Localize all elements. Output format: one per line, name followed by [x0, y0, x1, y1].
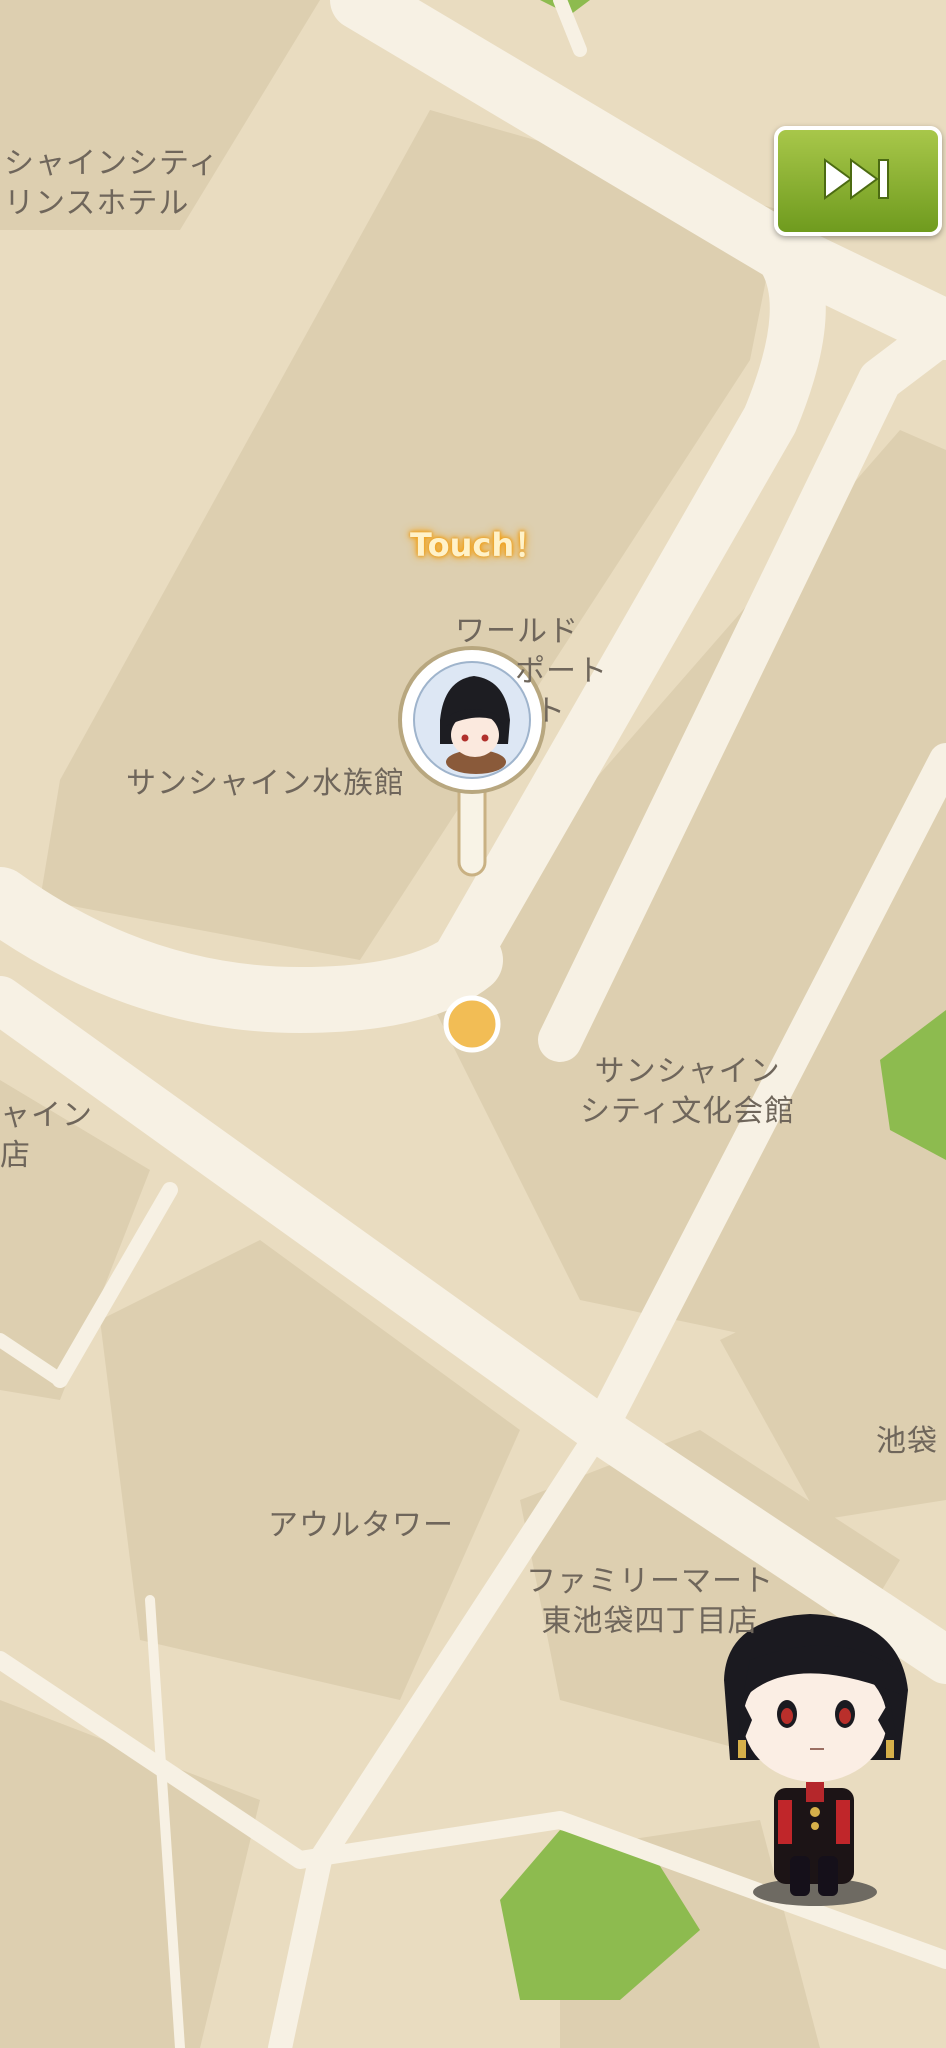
map-label-ikebukuro: 池袋 — [876, 1424, 938, 1459]
map-label-aquarium: サンシャイン水族館 — [126, 766, 405, 801]
map-label-line: リンスホテル — [4, 186, 190, 221]
fast-forward-icon — [821, 154, 895, 208]
map-label-line: サンシャイン — [594, 1054, 781, 1089]
map-label-line: ワールド — [455, 614, 579, 649]
map-label-line: ファミリーマート — [526, 1564, 774, 1599]
map-screen: シャインシティ リンスホテル ワールド ポート ト サンシャイン水族館 サンシャ… — [0, 0, 946, 2048]
map-label-line: ャイン — [0, 1098, 93, 1133]
map-label-line: 店 — [0, 1138, 31, 1173]
map-label-line: ポート — [515, 654, 608, 689]
skip-button[interactable] — [774, 126, 942, 236]
map-label-world-import: ワールド ポート ト — [455, 612, 608, 732]
touch-prompt: Touch！ — [410, 526, 547, 564]
map-canvas[interactable] — [0, 0, 946, 2048]
map-label-culture-hall: サンシャイン シティ文化会館 — [580, 1052, 795, 1132]
map-label-familymart: ファミリーマート 東池袋四丁目店 — [526, 1562, 774, 1642]
map-label-line: 東池袋四丁目店 — [541, 1604, 759, 1639]
map-label-line: ト — [535, 694, 566, 729]
map-label-owl-tower: アウルタワー — [268, 1508, 454, 1543]
map-label-line: シャインシティ — [4, 146, 220, 181]
map-label-prince-hotel: シャインシティ リンスホテル — [4, 144, 219, 224]
current-location-dot[interactable] — [443, 995, 501, 1053]
map-label-left: ャイン 店 — [0, 1096, 93, 1176]
map-label-line: シティ文化会館 — [580, 1094, 796, 1129]
